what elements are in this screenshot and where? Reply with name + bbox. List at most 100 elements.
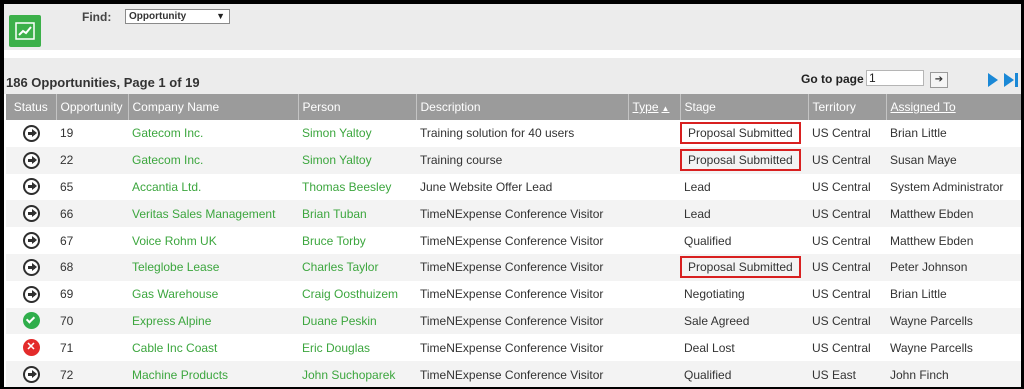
table-row[interactable]: 70 Express Alpine Duane Peskin TimeNExpense… xyxy=(6,307,1021,335)
description-cell: June Website Offer Lead xyxy=(416,173,628,201)
column-header-type[interactable]: Type ▲ xyxy=(628,94,681,120)
person-cell: Craig Oosthuizem xyxy=(298,280,416,308)
company-link[interactable]: Voice Rohm UK xyxy=(132,234,217,248)
last-page-arrow xyxy=(1004,73,1014,87)
crm-window: Find: Opportunity ▼ 186 Opportunities, P… xyxy=(4,4,1021,387)
goto-page-input[interactable] xyxy=(866,70,924,86)
table-row[interactable]: 68 Teleglobe Lease Charles Taylor TimeNExpe… xyxy=(6,253,1021,281)
column-header-assigned[interactable]: Assigned To xyxy=(886,94,1021,120)
table-row[interactable]: 72 Machine Products John Suchoparek TimeNEx… xyxy=(6,361,1021,387)
person-link[interactable]: John Suchoparek xyxy=(302,368,395,382)
stage-highlight: Proposal Submitted xyxy=(680,256,801,279)
arrow-circle-icon[interactable] xyxy=(22,366,40,384)
territory-cell: US Central xyxy=(808,307,886,335)
type-cell xyxy=(628,173,680,201)
last-page-icon[interactable] xyxy=(1004,73,1018,87)
person-link[interactable]: Simon Yaltoy xyxy=(302,153,372,167)
column-header-territory[interactable]: Territory xyxy=(808,94,887,120)
opportunity-id[interactable]: 66 xyxy=(56,200,128,228)
company-link[interactable]: Gatecom Inc. xyxy=(132,126,203,140)
column-header-type-label: Type xyxy=(632,100,659,114)
column-header-stage[interactable]: Stage xyxy=(680,94,809,120)
company-link[interactable]: Machine Products xyxy=(132,368,228,382)
person-link[interactable]: Duane Peskin xyxy=(302,314,377,328)
table-row[interactable]: 19 Gatecom Inc. Simon Yaltoy Training solut… xyxy=(6,120,1021,147)
company-link[interactable]: Gatecom Inc. xyxy=(132,153,203,167)
company-link[interactable]: Cable Inc Coast xyxy=(132,341,217,355)
arrow-right-icon[interactable]: ➔ xyxy=(930,72,948,88)
arrow-circle-icon[interactable] xyxy=(22,178,40,196)
person-link[interactable]: Eric Douglas xyxy=(302,341,370,355)
opportunity-id[interactable]: 67 xyxy=(56,227,128,254)
company-cell: Gatecom Inc. xyxy=(128,120,298,147)
territory-cell: US Central xyxy=(808,253,886,281)
person-link[interactable]: Bruce Torby xyxy=(302,234,366,248)
column-header-status[interactable]: Status xyxy=(6,94,57,120)
stage-highlight: Proposal Submitted xyxy=(680,122,801,145)
person-link[interactable]: Brian Tuban xyxy=(302,207,367,221)
table-row[interactable]: 67 Voice Rohm UK Bruce Torby TimeNExpense C… xyxy=(6,227,1021,254)
status-cell xyxy=(6,227,56,254)
description-cell: TimeNExpense Conference Visitor xyxy=(416,334,628,362)
arrow-circle-icon[interactable] xyxy=(22,124,40,142)
arrow-circle-icon[interactable] xyxy=(22,232,40,250)
assigned-cell: System Administrator xyxy=(886,173,1021,201)
find-select[interactable]: Opportunity ▼ xyxy=(125,9,230,24)
opportunity-id[interactable]: 22 xyxy=(56,146,128,174)
find-label: Find: xyxy=(82,10,112,24)
arrow-circle-icon[interactable] xyxy=(22,205,40,223)
type-cell xyxy=(628,280,680,308)
person-link[interactable]: Simon Yaltoy xyxy=(302,126,372,140)
find-select-value: Opportunity xyxy=(129,11,187,22)
person-link[interactable]: Craig Oosthuizem xyxy=(302,287,398,301)
territory-cell: US Central xyxy=(808,280,886,308)
opportunity-id[interactable]: 65 xyxy=(56,173,128,201)
next-page-icon[interactable] xyxy=(988,73,998,87)
opportunity-id[interactable]: 19 xyxy=(56,120,128,147)
company-link[interactable]: Veritas Sales Management xyxy=(132,207,275,221)
check-circle-icon[interactable] xyxy=(22,312,40,330)
status-cell xyxy=(6,280,56,308)
opportunity-id[interactable]: 68 xyxy=(56,253,128,281)
trending-chart-icon[interactable] xyxy=(9,15,41,47)
table-row[interactable]: 66 Veritas Sales Management Brian Tuban Tim… xyxy=(6,200,1021,228)
arrow-circle-icon[interactable] xyxy=(22,285,40,303)
person-cell: Eric Douglas xyxy=(298,334,416,362)
results-count: 186 Opportunities, Page 1 of 19 xyxy=(6,75,200,90)
person-link[interactable]: Charles Taylor xyxy=(302,260,378,274)
arrow-circle-icon[interactable] xyxy=(22,151,40,169)
close-circle-icon[interactable]: ✕ xyxy=(22,339,40,357)
opportunity-id[interactable]: 72 xyxy=(56,361,128,387)
arrow-circle-icon[interactable] xyxy=(22,258,40,276)
opportunity-id[interactable]: 71 xyxy=(56,334,128,362)
company-cell: Express Alpine xyxy=(128,307,298,335)
status-cell xyxy=(6,173,56,201)
table-body: 19 Gatecom Inc. Simon Yaltoy Training solut… xyxy=(6,120,1021,387)
column-header-person[interactable]: Person xyxy=(298,94,417,120)
description-cell: TimeNExpense Conference Visitor xyxy=(416,200,628,228)
person-link[interactable]: Thomas Beesley xyxy=(302,180,391,194)
table-row[interactable]: 69 Gas Warehouse Craig Oosthuizem TimeNExpe… xyxy=(6,280,1021,308)
column-header-opportunity[interactable]: Opportunity xyxy=(56,94,129,120)
opportunity-id[interactable]: 69 xyxy=(56,280,128,308)
table-row[interactable]: 22 Gatecom Inc. Simon Yaltoy Training cours… xyxy=(6,146,1021,174)
company-link[interactable]: Teleglobe Lease xyxy=(132,260,219,274)
assigned-cell: Wayne Parcells xyxy=(886,334,1021,362)
company-link[interactable]: Express Alpine xyxy=(132,314,211,328)
stage-cell: Proposal Submitted xyxy=(680,146,808,174)
column-header-company[interactable]: Company Name xyxy=(128,94,299,120)
chevron-down-icon: ▼ xyxy=(216,11,225,21)
table-row[interactable]: ✕ 71 Cable Inc Coast Eric Douglas TimeNExpen… xyxy=(6,334,1021,362)
table-row[interactable]: 65 Accantia Ltd. Thomas Beesley June Websit… xyxy=(6,173,1021,201)
territory-cell: US Central xyxy=(808,146,886,174)
opportunity-id[interactable]: 70 xyxy=(56,307,128,335)
person-cell: Brian Tuban xyxy=(298,200,416,228)
last-page-bar xyxy=(1015,73,1018,87)
company-cell: Accantia Ltd. xyxy=(128,173,298,201)
status-cell xyxy=(6,200,56,228)
column-header-description[interactable]: Description xyxy=(416,94,629,120)
company-link[interactable]: Accantia Ltd. xyxy=(132,180,201,194)
assigned-cell: Wayne Parcells xyxy=(886,307,1021,335)
stage-cell: Proposal Submitted xyxy=(680,120,808,147)
company-link[interactable]: Gas Warehouse xyxy=(132,287,218,301)
